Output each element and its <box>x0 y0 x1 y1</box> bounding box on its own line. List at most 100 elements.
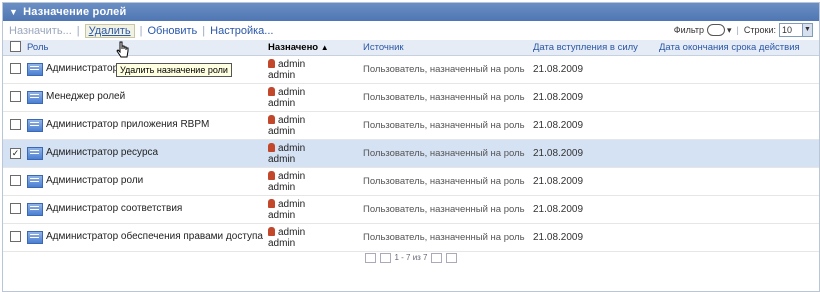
expiry-date-cell <box>659 139 819 168</box>
column-header-expiry-date[interactable]: Дата окончания срока действия <box>659 40 819 56</box>
column-header-source[interactable]: Источник <box>363 40 533 56</box>
first-page-icon[interactable] <box>365 253 376 263</box>
role-link[interactable]: Администратор обеспечения правами доступ… <box>46 231 263 243</box>
assigned-user-sub: admin <box>268 209 296 221</box>
assigned-user-sub: admin <box>268 237 296 249</box>
prev-page-icon[interactable] <box>380 253 392 263</box>
table-row[interactable]: ✓ Администратор ресурса admin admin Пользова… <box>3 139 819 168</box>
delete-tooltip: Удалить назначение роли <box>116 63 232 77</box>
pager-text: 1 - 7 из 7 <box>394 253 428 263</box>
panel-title-bar[interactable]: ▼ Назначение ролей <box>3 3 819 21</box>
refresh-button[interactable]: Обновить <box>147 25 197 37</box>
row-checkbox-cell <box>3 223 27 252</box>
role-assignments-panel: ▼ Назначение ролей Назначить... | Удалит… <box>2 2 820 292</box>
rows-select-arrow-icon[interactable]: ▼ <box>803 23 813 37</box>
sort-ascending-icon: ▲ <box>320 43 329 52</box>
filter-dropdown-icon[interactable]: ▾ <box>727 25 732 36</box>
table-row[interactable]: Администратор обеспечения правами доступ… <box>3 223 819 252</box>
column-header-effective-date[interactable]: Дата вступления в силу <box>533 40 659 56</box>
toolbar-separator: | <box>139 24 143 37</box>
source-cell: Пользователь, назначенный на роль <box>363 167 533 196</box>
role-link[interactable]: Администратор роли <box>46 175 143 187</box>
assigned-user-sub: admin <box>268 97 296 109</box>
delete-button[interactable]: Удалить <box>84 23 135 38</box>
role-cell: Менеджер ролей <box>27 83 268 112</box>
toolbar-separator: | <box>202 24 206 37</box>
role-cell: Администратор приложения RBPM <box>27 111 268 140</box>
table-row[interactable]: Менеджер ролей admin admin Пользователь, на… <box>3 83 819 112</box>
table-row[interactable]: Администратор роли admin admin Пользователь… <box>3 167 819 196</box>
collapse-arrow-icon[interactable]: ▼ <box>9 7 18 17</box>
assigned-user: admin <box>278 86 306 98</box>
row-checkbox[interactable] <box>10 90 21 102</box>
table-row[interactable]: Администратор соответствия admin admin Поль… <box>3 195 819 224</box>
source-cell: Пользователь, назначенный на роль <box>363 195 533 224</box>
assign-button[interactable]: Назначить... <box>9 25 72 37</box>
row-checkbox[interactable] <box>10 62 21 74</box>
filter-icon[interactable] <box>707 24 726 36</box>
assigned-user-sub: admin <box>268 125 296 137</box>
source-cell: Пользователь, назначенный на роль <box>363 139 533 168</box>
row-checkbox[interactable] <box>10 118 21 130</box>
effective-date-cell: 21.08.2009 <box>533 111 659 140</box>
panel-title: Назначение ролей <box>23 6 127 18</box>
effective-date: 21.08.2009 <box>533 120 584 131</box>
row-checkbox[interactable] <box>10 230 21 242</box>
hand-cursor-icon <box>116 41 129 58</box>
assigned-cell: admin admin <box>268 223 363 252</box>
effective-date: 21.08.2009 <box>533 64 584 75</box>
toolbar: Назначить... | Удалить | Обновить | Наст… <box>3 21 819 40</box>
assigned-user: admin <box>278 170 306 182</box>
toolbar-right: Фильтр ▾ | Строки: 10 ▼ <box>674 23 813 37</box>
role-link[interactable]: Администратор соответствия <box>46 203 182 215</box>
row-checkbox[interactable] <box>10 202 21 214</box>
assigned-user-sub: admin <box>268 153 296 165</box>
source-text: Пользователь, назначенный на роль <box>363 175 525 187</box>
effective-date-cell: 21.08.2009 <box>533 167 659 196</box>
settings-button[interactable]: Настройка... <box>210 25 273 37</box>
rows-select[interactable]: 10 <box>779 23 803 37</box>
select-all-checkbox[interactable] <box>10 40 21 52</box>
user-icon <box>268 58 275 68</box>
select-all-header[interactable] <box>3 40 27 56</box>
assigned-user: admin <box>278 114 306 126</box>
user-icon <box>268 86 275 96</box>
expiry-date-cell <box>659 223 819 252</box>
expiry-date-cell <box>659 55 819 84</box>
effective-date: 21.08.2009 <box>533 148 584 159</box>
row-checkbox[interactable] <box>10 174 21 186</box>
source-text: Пользователь, назначенный на роль <box>363 203 525 215</box>
assigned-cell: admin admin <box>268 139 363 168</box>
effective-date: 21.08.2009 <box>533 232 584 243</box>
assigned-user-sub: admin <box>268 69 296 81</box>
role-icon <box>27 91 43 104</box>
row-checkbox-cell: ✓ <box>3 139 27 168</box>
effective-date-cell: 21.08.2009 <box>533 223 659 252</box>
source-text: Пользователь, назначенный на роль <box>363 147 525 159</box>
role-cell: Администратор обеспечения правами доступ… <box>27 223 268 252</box>
assigned-cell: admin admin <box>268 167 363 196</box>
role-cell: Администратор роли <box>27 167 268 196</box>
expiry-date-cell <box>659 195 819 224</box>
table-row[interactable]: Администратор приложения RBPM admin admin П… <box>3 111 819 140</box>
row-checkbox-cell <box>3 167 27 196</box>
role-link[interactable]: Администратор ресурса <box>46 147 158 159</box>
pager: 1 - 7 из 7 <box>3 253 819 267</box>
column-header-assigned[interactable]: Назначено ▲ <box>268 40 363 56</box>
effective-date-cell: 21.08.2009 <box>533 83 659 112</box>
source-text: Пользователь, назначенный на роль <box>363 231 525 243</box>
column-header-assigned-label: Назначено <box>268 42 319 53</box>
user-icon <box>268 170 275 180</box>
assigned-user: admin <box>278 198 306 210</box>
last-page-icon[interactable] <box>445 253 457 263</box>
role-link[interactable]: Администратор приложения RBPM <box>46 119 209 131</box>
next-page-icon[interactable] <box>430 253 442 263</box>
row-checkbox[interactable]: ✓ <box>10 148 21 159</box>
toolbar-separator: | <box>736 25 739 35</box>
column-header-role[interactable]: Роль <box>27 40 268 56</box>
expiry-date-cell <box>659 167 819 196</box>
role-link[interactable]: Менеджер ролей <box>46 91 125 103</box>
role-icon <box>27 231 43 244</box>
effective-date-cell: 21.08.2009 <box>533 195 659 224</box>
role-icon <box>27 119 43 132</box>
